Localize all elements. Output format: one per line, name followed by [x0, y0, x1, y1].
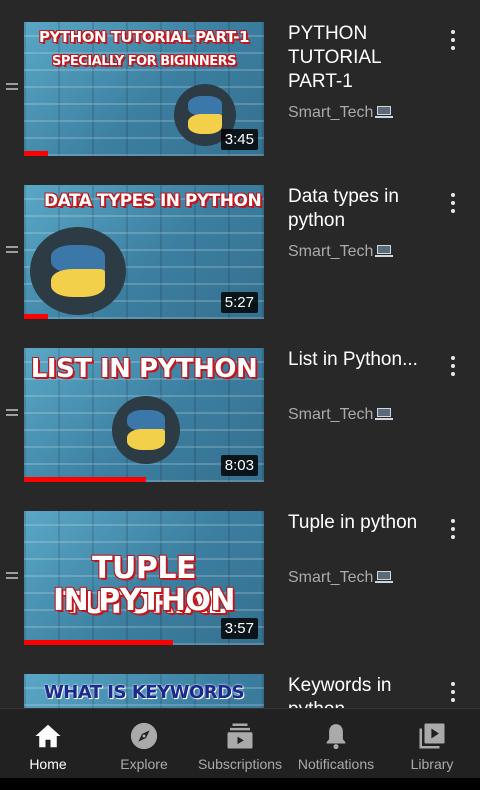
video-title[interactable]: PYTHON TUTORIAL PART-1	[288, 22, 428, 94]
more-vert-icon[interactable]	[448, 30, 458, 52]
nav-notifications[interactable]: Notifications	[289, 709, 383, 778]
drag-handle-icon[interactable]	[6, 572, 18, 582]
video-playlist[interactable]: PYTHON TUTORIAL PART-1 SPECIALLY FOR BIG…	[0, 0, 480, 708]
thumbnail-text: WHAT IS KEYWORDS	[43, 682, 245, 703]
bell-icon	[326, 724, 346, 750]
library-icon	[419, 723, 445, 749]
app-screen: PYTHON TUTORIAL PART-1 SPECIALLY FOR BIG…	[0, 0, 480, 778]
video-thumbnail[interactable]: DATA TYPES IN PYTHON 5:27	[24, 185, 264, 319]
channel-name[interactable]: Smart_Tech	[288, 243, 394, 261]
video-thumbnail[interactable]: LIST IN PYTHON 8:03	[24, 348, 264, 482]
more-vert-icon[interactable]	[448, 519, 458, 541]
thumbnail-text: SPECIALLY FOR BIGINNERS	[52, 54, 236, 69]
watch-progress-fill	[24, 314, 48, 319]
channel-name[interactable]: Smart_Tech	[288, 104, 394, 122]
thumbnail-text: PYTHON TUTORIAL PART-1	[39, 28, 249, 46]
playlist-item[interactable]: LIST IN PYTHON 8:03 List in Python... Sm…	[0, 326, 480, 489]
laptop-icon	[375, 106, 394, 118]
playlist-item[interactable]: DATA TYPES IN PYTHON 5:27 Data types in …	[0, 163, 480, 326]
home-icon	[35, 724, 61, 748]
nav-subscriptions-label: Subscriptions	[197, 756, 283, 772]
drag-handle-icon[interactable]	[6, 246, 18, 256]
more-vert-icon[interactable]	[448, 193, 458, 215]
watch-progress-fill	[24, 477, 147, 482]
video-duration: 3:45	[220, 129, 258, 150]
video-title[interactable]: Keywords in python	[288, 674, 428, 708]
channel-name-label: Smart_Tech	[288, 569, 374, 586]
channel-name-label: Smart_Tech	[288, 243, 374, 260]
more-vert-icon[interactable]	[448, 356, 458, 378]
watch-progress-bar	[24, 151, 264, 156]
channel-name[interactable]: Smart_Tech	[288, 406, 394, 424]
subscriptions-icon	[227, 723, 253, 749]
more-vert-icon[interactable]	[448, 682, 458, 704]
watch-progress-bar	[24, 314, 264, 319]
nav-library-label: Library	[410, 756, 454, 772]
nav-library[interactable]: Library	[396, 709, 468, 778]
system-bar	[0, 778, 480, 790]
nav-home[interactable]: Home	[8, 709, 88, 778]
playlist-item[interactable]: PYTHON TUTORIAL PART-1 SPECIALLY FOR BIG…	[0, 0, 480, 163]
channel-name-label: Smart_Tech	[288, 406, 374, 423]
nav-explore[interactable]: Explore	[104, 709, 184, 778]
drag-handle-icon[interactable]	[6, 83, 18, 93]
video-thumbnail[interactable]: TUPLE TUTORIAL IN PYTHON 3:57	[24, 511, 264, 645]
video-thumbnail[interactable]: PYTHON TUTORIAL PART-1 SPECIALLY FOR BIG…	[24, 22, 264, 156]
laptop-icon	[375, 408, 394, 420]
video-duration: 8:03	[220, 455, 258, 476]
nav-explore-label: Explore	[120, 756, 168, 772]
playlist-item[interactable]: WHAT IS KEYWORDS Keywords in python	[0, 652, 480, 708]
channel-name[interactable]: Smart_Tech	[288, 569, 394, 587]
python-logo-icon	[30, 227, 126, 315]
watch-progress-bar	[24, 640, 264, 645]
nav-notifications-label: Notifications	[297, 756, 375, 772]
thumbnail-text: IN PYTHON	[52, 583, 236, 618]
watch-progress-fill	[24, 151, 48, 156]
bottom-navigation: Home Explore Subscriptions Notifications…	[0, 708, 480, 778]
nav-home-label: Home	[29, 756, 67, 772]
laptop-icon	[375, 245, 394, 257]
watch-progress-bar	[24, 477, 264, 482]
video-duration: 3:57	[220, 618, 258, 639]
video-title[interactable]: Data types in python	[288, 185, 428, 233]
python-logo-icon	[112, 396, 180, 464]
video-title[interactable]: Tuple in python	[288, 511, 428, 535]
thumbnail-text: DATA TYPES IN PYTHON	[44, 191, 262, 211]
video-title[interactable]: List in Python...	[288, 348, 428, 372]
playlist-item[interactable]: TUPLE TUTORIAL IN PYTHON 3:57 Tuple in p…	[0, 489, 480, 652]
video-duration: 5:27	[220, 292, 258, 313]
compass-icon	[130, 722, 158, 750]
channel-name-label: Smart_Tech	[288, 104, 374, 121]
nav-subscriptions[interactable]: Subscriptions	[190, 709, 290, 778]
watch-progress-fill	[24, 640, 173, 645]
thumbnail-text: LIST IN PYTHON	[30, 354, 258, 384]
drag-handle-icon[interactable]	[6, 409, 18, 419]
video-thumbnail[interactable]: WHAT IS KEYWORDS	[24, 674, 264, 708]
laptop-icon	[375, 571, 394, 583]
